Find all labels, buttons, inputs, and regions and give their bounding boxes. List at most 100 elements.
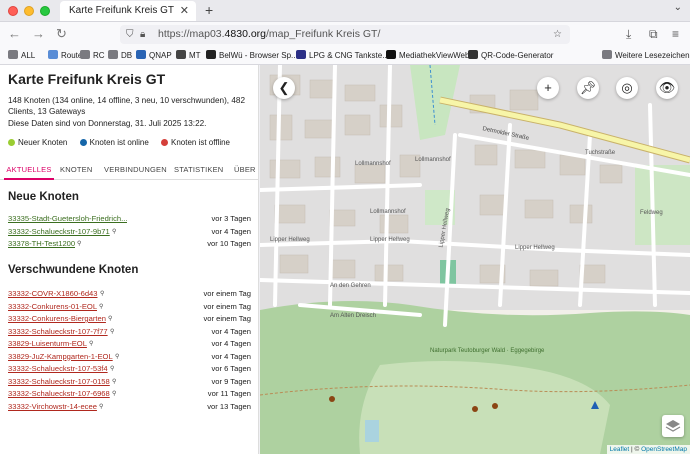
bookmark-item[interactable]: QNAP xyxy=(136,49,172,62)
sidebar: Karte Freifunk Kreis GT 148 Knoten (134 … xyxy=(0,65,259,454)
locate-icon[interactable]: ◎ xyxy=(616,77,638,99)
stats-text: 148 Knoten (134 online, 14 offline, 3 ne… xyxy=(8,96,246,116)
window-zoom-button[interactable] xyxy=(40,6,50,16)
layers-button[interactable] xyxy=(662,415,684,437)
tab-ueber[interactable]: ÜBER xyxy=(234,160,256,180)
street-label: Lipper Hellweg xyxy=(370,237,410,243)
node-time: vor einem Tag xyxy=(203,289,251,298)
street-label: Tuchstraße xyxy=(585,150,616,156)
gone-nodes-heading: Verschwundene Knoten xyxy=(8,264,139,276)
bookmark-star-icon[interactable]: ☆ xyxy=(553,25,562,44)
node-time: vor 3 Tagen xyxy=(211,214,251,223)
node-link[interactable]: 33378-TH-Test1200 xyxy=(8,238,75,250)
node-row: 33332-Conkurens-Biergarten vor einem Tag ⚲ xyxy=(8,313,251,325)
extensions-icon[interactable]: ⧉ xyxy=(649,25,658,43)
map-pin-icon[interactable]: ⚲ xyxy=(99,301,103,313)
add-node-button[interactable]: + xyxy=(537,77,559,99)
tab-aktuelles[interactable]: AKTUELLES xyxy=(4,160,54,180)
map-pin-icon[interactable]: ⚲ xyxy=(112,388,116,400)
tab-knoten[interactable]: KNOTEN xyxy=(60,160,92,180)
tab-list-chevron-icon[interactable]: ⌄ xyxy=(674,2,682,13)
node-link[interactable]: 33332-Schalueckstr-107-53f4 xyxy=(8,363,108,375)
window-minimize-button[interactable] xyxy=(24,6,34,16)
node-link[interactable]: 33332-Conkurens-01-EOL xyxy=(8,301,97,313)
bookmark-item[interactable]: ALL xyxy=(8,49,35,62)
legend-item-online: Knoten ist online xyxy=(79,138,149,147)
bookmark-item[interactable]: QR-Code-Generator xyxy=(468,49,553,62)
node-link[interactable]: 33332-Schalueckstr-107-6968 xyxy=(8,388,110,400)
shield-icon[interactable]: ⛉ xyxy=(126,25,134,44)
qnap-icon xyxy=(136,50,146,59)
map-pin-icon[interactable]: ⚲ xyxy=(110,363,114,375)
bookmark-item[interactable]: LPG & CNG Tankste... xyxy=(296,49,389,62)
map-pin-icon[interactable]: ⚲ xyxy=(112,376,116,388)
back-arrow-icon[interactable]: ← xyxy=(8,25,21,43)
node-link[interactable]: 33332-Conkurens-Biergarten xyxy=(8,313,106,325)
node-link[interactable]: 33332-Schalueckstr-107-9b71 xyxy=(8,226,110,238)
node-link[interactable]: 33829-JuZ-Kampgarten-1-EOL xyxy=(8,351,113,363)
map-pin-icon[interactable]: ⚲ xyxy=(77,238,81,250)
tab-verbindungen[interactable]: VERBINDUNGEN xyxy=(104,160,167,180)
new-tab-button[interactable]: + xyxy=(205,1,213,19)
leaflet-link[interactable]: Leaflet xyxy=(610,446,630,453)
street-label: Lollmannshof xyxy=(415,157,451,163)
node-time: vor einem Tag xyxy=(203,314,251,323)
node-link[interactable]: 33332-Schalueckstr-107-0158 xyxy=(8,376,110,388)
pin-icon[interactable]: 📌︎ xyxy=(577,77,599,99)
map-canvas[interactable] xyxy=(260,65,690,454)
legend-label: Knoten ist offline xyxy=(171,138,231,147)
bookmark-item[interactable]: DB xyxy=(108,49,132,62)
node-row: 33332-Virchowstr-14-ecee vor 13 Tagen ⚲ xyxy=(8,401,251,413)
reload-icon[interactable]: ↻ xyxy=(56,25,67,43)
map-pin-icon[interactable]: ⚲ xyxy=(110,326,114,338)
online-node-dot-icon xyxy=(79,139,87,146)
forward-arrow-icon[interactable]: → xyxy=(32,25,45,43)
osm-link[interactable]: OpenStreetMap xyxy=(641,446,687,453)
node-marker-icon[interactable] xyxy=(492,403,498,409)
menu-icon[interactable]: ≡ xyxy=(672,25,679,43)
globe-icon xyxy=(48,50,58,59)
node-row: 33332-Schalueckstr-107-9b71 vor 4 Tagen ⚲ xyxy=(8,226,251,238)
map-view[interactable]: Detmolder Straße Lollmannshof Lollmannsh… xyxy=(260,65,690,454)
date-text: Diese Daten sind von Donnerstag, 31. Jul… xyxy=(8,119,207,128)
bookmarks-bar: ALL Router RC DB QNAP MT BelWü - Browser Sp...… xyxy=(0,46,690,65)
bookmark-item[interactable]: RC xyxy=(80,49,105,62)
map-pin-icon[interactable]: ⚲ xyxy=(108,313,112,325)
bookmark-item[interactable]: Weitere Lesezeichen xyxy=(602,49,690,62)
page-title: Karte Freifunk Kreis GT xyxy=(8,71,166,87)
node-link[interactable]: 33335-Stadt-Guetersloh-Friedrich... xyxy=(8,213,127,225)
node-link[interactable]: 33332-Schalueckstr-107-7f77 xyxy=(8,326,108,338)
bookmark-item[interactable]: BelWü - Browser Sp... xyxy=(206,49,298,62)
node-marker-icon[interactable] xyxy=(329,396,335,402)
sidebar-collapse-button[interactable]: ❮ xyxy=(273,77,295,99)
node-link[interactable]: 33332-COVR-X1860-6d43 xyxy=(8,288,98,300)
node-link[interactable]: 33829-Luisenturm-EOL xyxy=(8,338,87,350)
map-pin-icon[interactable]: ⚲ xyxy=(112,226,116,238)
map-pin-icon[interactable]: ⚲ xyxy=(115,351,119,363)
map-pin-icon[interactable]: ⚲ xyxy=(99,401,103,413)
node-time: vor einem Tag xyxy=(203,301,251,311)
window-close-button[interactable] xyxy=(8,6,18,16)
node-row: 33378-TH-Test1200 vor 10 Tagen ⚲ xyxy=(8,238,251,250)
node-link[interactable]: 33332-Virchowstr-14-ecee xyxy=(8,401,97,413)
lock-icon[interactable]: 🔒︎ xyxy=(140,25,145,44)
url-bar[interactable]: ⛉ 🔒︎ https://map03.4830.org/map_Freifunk… xyxy=(120,25,570,44)
street-label: Lipper Hellweg xyxy=(515,245,555,251)
bookmark-item[interactable]: MT xyxy=(176,49,201,62)
eye-icon[interactable]: 👁︎ xyxy=(656,77,678,99)
street-label: Lollmannshof xyxy=(370,209,406,215)
bookmark-item[interactable]: MediathekViewWeb xyxy=(386,49,469,62)
tab-close-icon[interactable]: ✕ xyxy=(180,1,189,21)
street-label: An den Gehren xyxy=(330,283,371,289)
download-icon[interactable]: ⤓ xyxy=(626,25,631,43)
tab-statistiken[interactable]: STATISTIKEN xyxy=(174,160,223,180)
node-row: 33335-Stadt-Guetersloh-Friedrich... vor 3… xyxy=(8,213,251,225)
bookmark-label: QR-Code-Generator xyxy=(481,51,554,60)
map-pin-icon[interactable]: ⚲ xyxy=(89,338,93,350)
folder-icon xyxy=(602,50,612,59)
node-marker-icon[interactable] xyxy=(472,406,478,412)
legend: Neuer Knoten Knoten ist online Knoten is… xyxy=(8,138,240,147)
bookmark-label: QNAP xyxy=(149,51,172,60)
browser-tab[interactable]: Karte Freifunk Kreis GT ✕ xyxy=(60,1,196,21)
map-pin-icon[interactable]: ⚲ xyxy=(100,288,104,300)
